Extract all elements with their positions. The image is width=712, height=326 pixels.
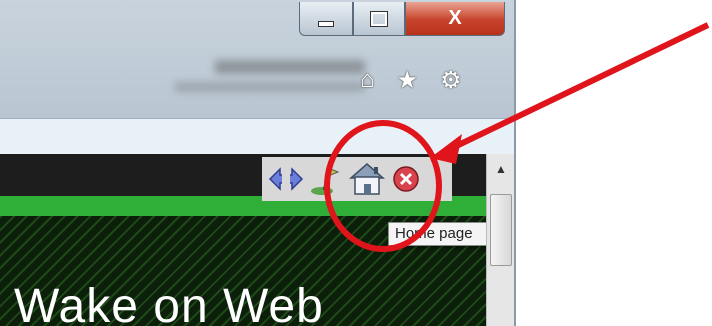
scroll-thumb[interactable] [490, 194, 512, 266]
browser-window: X ⌂ ★ ⚙ Wake on Web Home page ▲ [0, 0, 516, 326]
vertical-scrollbar[interactable]: ▲ [486, 154, 514, 326]
close-button[interactable]: X [405, 2, 505, 36]
resize-arrows-icon[interactable] [268, 164, 304, 194]
web-toolbar-strip [262, 157, 452, 201]
maximize-button[interactable] [353, 2, 405, 36]
home-page-icon[interactable] [348, 161, 386, 197]
address-band [0, 118, 514, 156]
home-icon[interactable]: ⌂ [360, 66, 375, 95]
browser-toolbar-icons: ⌂ ★ ⚙ [360, 66, 462, 95]
stop-icon[interactable] [392, 165, 420, 193]
close-icon: X [448, 7, 462, 29]
maximize-icon [370, 10, 388, 27]
blurred-tab-title [175, 60, 375, 96]
minimize-icon [318, 20, 334, 27]
golf-flag-icon[interactable] [310, 162, 342, 196]
star-icon[interactable]: ★ [397, 66, 419, 95]
scroll-up-arrow-icon[interactable]: ▲ [488, 156, 514, 182]
page-heading: Wake on Web [14, 280, 324, 326]
gear-icon[interactable]: ⚙ [440, 66, 462, 95]
minimize-button[interactable] [299, 2, 353, 36]
title-bar: X [0, 0, 514, 50]
